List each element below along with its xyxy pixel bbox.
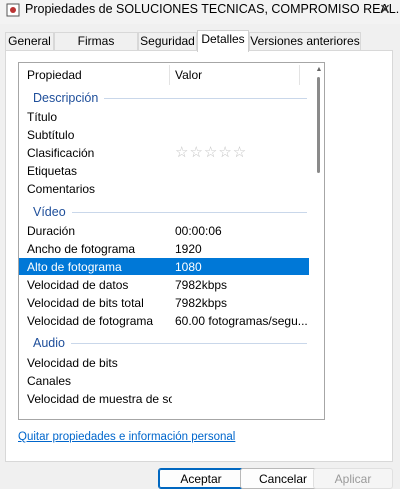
tab-security[interactable]: Seguridad bbox=[138, 32, 197, 51]
group-header-video: Vídeo bbox=[19, 203, 309, 221]
scrollbar-thumb[interactable] bbox=[317, 77, 320, 173]
column-divider[interactable] bbox=[169, 65, 170, 85]
group-label: Audio bbox=[33, 334, 71, 352]
property-name: Ancho de fotograma bbox=[27, 242, 136, 256]
property-name: Velocidad de fotograma bbox=[27, 314, 154, 328]
property-name: Alto de fotograma bbox=[27, 260, 122, 274]
tab-digital-signatures[interactable]: Firmas digitales bbox=[54, 32, 138, 65]
table-row[interactable]: Velocidad de datos 7982kbps bbox=[19, 276, 309, 294]
table-row[interactable]: Velocidad de bits total 7982kbps bbox=[19, 294, 309, 312]
table-row[interactable]: Título bbox=[19, 108, 309, 126]
property-name: Comentarios bbox=[27, 182, 96, 196]
vertical-scrollbar[interactable]: ▲ bbox=[313, 63, 324, 417]
table-row[interactable]: Duración 00:00:06 bbox=[19, 222, 309, 240]
column-divider[interactable] bbox=[299, 65, 300, 85]
group-label: Vídeo bbox=[33, 203, 72, 221]
dialog-footer: Aceptar Cancelar Aplicar bbox=[0, 462, 400, 489]
table-row[interactable]: Ancho de fotograma 1920 bbox=[19, 240, 309, 258]
tab-details[interactable]: Detalles bbox=[197, 30, 249, 52]
group-header-description: Descripción bbox=[19, 89, 309, 107]
table-row[interactable]: Etiquetas bbox=[19, 162, 309, 180]
group-header-audio: Audio bbox=[19, 334, 309, 352]
tab-general[interactable]: General bbox=[5, 32, 54, 51]
list-header: Propiedad Valor bbox=[19, 63, 309, 87]
table-row[interactable]: Comentarios bbox=[19, 180, 309, 198]
table-row[interactable]: Velocidad de muestra de so... bbox=[19, 390, 309, 408]
star-rating-icon[interactable]: ☆☆☆☆☆ bbox=[175, 144, 247, 162]
property-name: Velocidad de datos bbox=[27, 278, 129, 292]
table-row[interactable]: Subtítulo bbox=[19, 126, 309, 144]
table-row[interactable]: Clasificación ☆☆☆☆☆ bbox=[19, 144, 309, 162]
table-row[interactable]: Velocidad de fotograma 60.00 fotogramas/s… bbox=[19, 312, 309, 330]
apply-button[interactable]: Aplicar bbox=[313, 468, 393, 489]
property-value: 1920 bbox=[175, 242, 202, 256]
title-bar: Propiedades de SOLUCIONES TECNICAS, COMP… bbox=[0, 0, 400, 24]
property-name: Velocidad de bits bbox=[27, 356, 118, 370]
property-name: Velocidad de bits total bbox=[27, 296, 144, 310]
accept-button[interactable]: Aceptar bbox=[158, 468, 244, 489]
tab-previous-versions[interactable]: Versiones anteriores bbox=[249, 32, 361, 51]
property-name: Etiquetas bbox=[27, 164, 78, 178]
property-value: 60.00 fotogramas/segu... bbox=[175, 314, 308, 328]
details-panel: Propiedad Valor Descripción Título Subtí… bbox=[5, 50, 393, 462]
property-name: Título bbox=[27, 110, 58, 124]
app-icon bbox=[6, 3, 20, 17]
close-icon[interactable]: × bbox=[370, 0, 400, 20]
group-label: Descripción bbox=[33, 89, 105, 107]
window-title: Propiedades de SOLUCIONES TECNICAS, COMP… bbox=[25, 2, 400, 16]
remove-properties-link[interactable]: Quitar propiedades e información persona… bbox=[18, 431, 235, 443]
property-name: Canales bbox=[27, 374, 72, 388]
property-value: 00:00:06 bbox=[175, 224, 222, 238]
column-header-property[interactable]: Propiedad bbox=[27, 63, 82, 87]
table-row[interactable]: Velocidad de bits bbox=[19, 354, 309, 372]
property-value: 7982kbps bbox=[175, 278, 228, 292]
column-header-value[interactable]: Valor bbox=[175, 63, 202, 87]
scroll-up-icon[interactable]: ▲ bbox=[314, 65, 324, 75]
table-row[interactable]: Canales bbox=[19, 372, 309, 390]
property-value: 1080 bbox=[175, 260, 202, 274]
property-name: Duración bbox=[27, 224, 76, 238]
property-value: 7982kbps bbox=[175, 296, 228, 310]
property-name: Velocidad de muestra de so... bbox=[27, 392, 172, 406]
table-row-selected[interactable]: Alto de fotograma 1080 bbox=[19, 258, 309, 275]
property-name: Clasificación bbox=[27, 146, 95, 160]
property-name: Subtítulo bbox=[27, 128, 75, 142]
properties-list[interactable]: Propiedad Valor Descripción Título Subtí… bbox=[18, 62, 325, 420]
